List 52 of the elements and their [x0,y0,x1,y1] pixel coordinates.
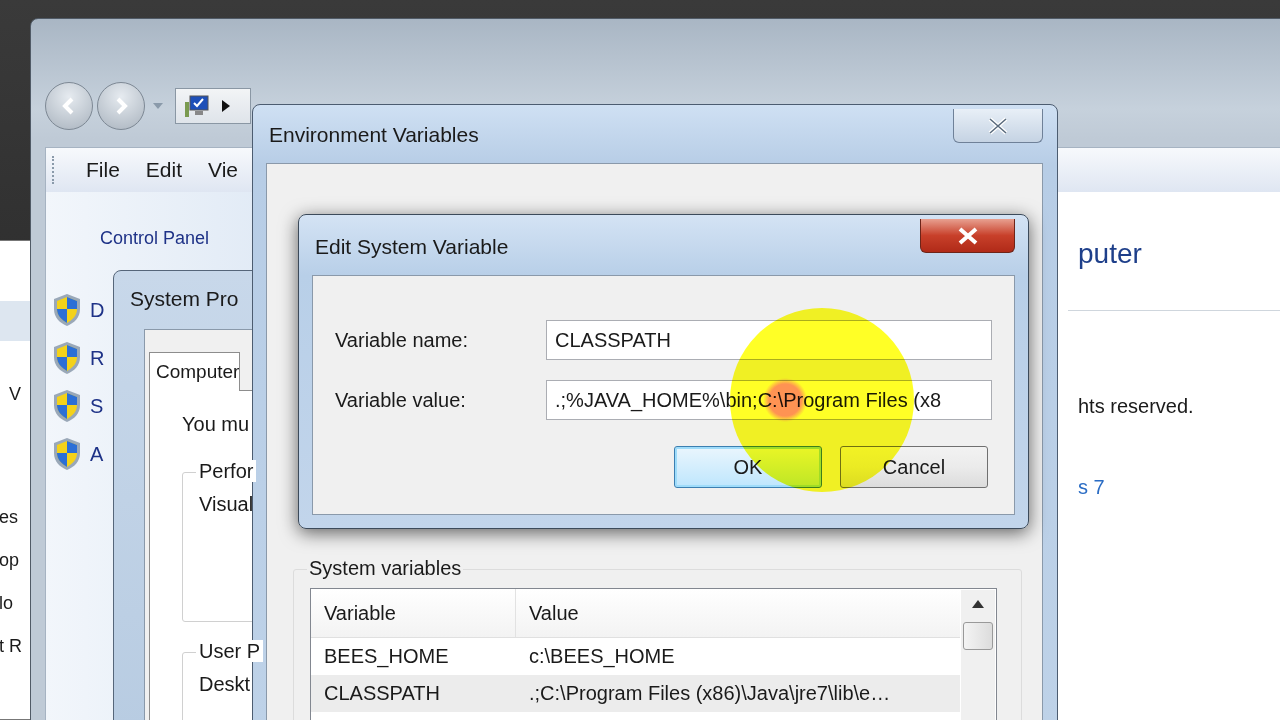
group-text: Deskt [199,673,251,695]
group-label: System variables [307,557,464,579]
shield-icon [52,341,82,375]
computer-icon [184,94,210,118]
scroll-thumb[interactable] [963,622,993,650]
window-text: es [0,506,18,529]
window-text: V [9,383,21,406]
forward-button[interactable] [97,82,145,130]
table-cell-text: c:\BEES_HOME [528,645,675,668]
control-panel-link[interactable]: Control Panel [100,228,210,249]
back-button[interactable] [45,82,93,130]
shield-icon [52,389,82,423]
task-link[interactable]: D [90,298,105,322]
edition-link[interactable]: s 7 [1078,476,1280,499]
window-title: System Pro [130,287,239,310]
close-icon [956,226,979,245]
copyright-text: hts reserved. [1078,395,1195,418]
close-icon [987,116,1009,135]
task-link[interactable]: A [90,442,104,466]
task-link[interactable]: R [90,346,105,370]
scroll-up-icon[interactable] [972,600,984,608]
scrollbar[interactable] [961,590,995,720]
group-label: User P [196,640,264,662]
window-title: Environment Variables [269,123,479,147]
menu-item[interactable]: Edit [135,154,193,186]
intro-text: You mu [182,413,251,436]
dropdown-icon[interactable] [153,103,163,109]
window-text: op [0,549,20,572]
close-button[interactable] [920,219,1015,253]
field-label: Variable name: [335,328,470,352]
window-text: lo [0,592,13,615]
table-cell-text: CLASSPATH [323,682,441,705]
group-label: Perfor [196,460,257,482]
table-cell-text: .;C:\Program Files (x86)\Java\jre7\lib\e… [528,682,891,705]
chevron-icon [222,100,230,112]
field-label: Variable value: [335,388,467,412]
table-row[interactable]: CLASSPATH .;C:\Program Files (x86)\Java\jre7\lib\e… [311,675,960,712]
task-link[interactable]: S [90,394,104,418]
group-text: Visual [199,493,254,515]
column-header[interactable]: Value [516,589,579,637]
window-title: Edit System Variable [315,235,509,259]
window-text: t R [0,635,22,658]
column-header[interactable]: Variable [311,589,516,637]
address-bar[interactable] [175,88,251,124]
table-row[interactable]: BEES_HOME c:\BEES_HOME [311,638,960,675]
tab[interactable]: Computer [149,352,241,391]
shield-icon [52,293,82,327]
menu-item[interactable]: File [76,154,130,186]
menu-item[interactable]: Vie [198,154,248,186]
shield-icon [52,437,82,471]
page-heading: puter [1078,238,1143,270]
table-cell-text: BEES_HOME [323,645,450,668]
